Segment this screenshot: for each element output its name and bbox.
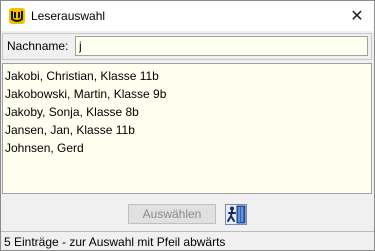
status-text: 5 Einträge - zur Auswahl mit Pfeil abwär… bbox=[4, 235, 226, 249]
app-logo-icon bbox=[9, 8, 25, 24]
name-search-input[interactable] bbox=[75, 36, 368, 56]
name-label: Nachname: bbox=[7, 39, 69, 53]
results-list[interactable]: Jakobi, Christian, Klasse 11b Jakobowski… bbox=[2, 63, 372, 194]
exit-door-icon[interactable] bbox=[225, 204, 247, 225]
status-bar: 5 Einträge - zur Auswahl mit Pfeil abwär… bbox=[1, 231, 374, 250]
leserauswahl-dialog: Leserauswahl ✕ Nachname: Jakobi, Christi… bbox=[0, 0, 375, 251]
name-search-row: Nachname: bbox=[2, 33, 372, 60]
list-item[interactable]: Jakobowski, Martin, Klasse 9b bbox=[5, 85, 369, 103]
list-item[interactable]: Johnsen, Gerd bbox=[5, 139, 369, 157]
window-title: Leserauswahl bbox=[31, 9, 106, 23]
title-bar: Leserauswahl ✕ bbox=[1, 1, 374, 31]
list-item[interactable]: Jakobi, Christian, Klasse 11b bbox=[5, 67, 369, 85]
list-item[interactable]: Jakoby, Sonja, Klasse 8b bbox=[5, 103, 369, 121]
select-button[interactable]: Auswählen bbox=[128, 204, 216, 224]
close-icon[interactable]: ✕ bbox=[340, 1, 374, 31]
list-item[interactable]: Jansen, Jan, Klasse 11b bbox=[5, 121, 369, 139]
